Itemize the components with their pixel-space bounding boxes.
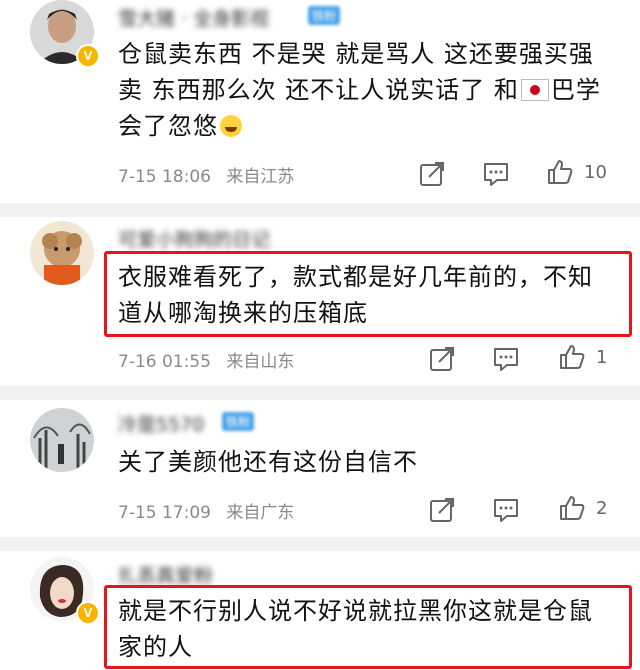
like-count: 1 — [596, 347, 608, 368]
like-count: 10 — [584, 162, 607, 183]
comment-meta: 7-16 01:55 来自山东 — [118, 347, 304, 372]
avatar[interactable] — [30, 408, 94, 472]
username[interactable]: 可爱小狗狗的日记 — [118, 225, 270, 252]
avatar[interactable] — [30, 221, 94, 285]
comment-icon[interactable] — [482, 160, 510, 188]
comment-item: V 扎丢真爱粉 就是不行别人说不好说就拉黑你这就是仓鼠家的人 — [0, 551, 640, 670]
like-count: 2 — [596, 498, 608, 519]
laugh-emoji-icon — [220, 115, 242, 137]
verified-v-icon: V — [76, 601, 100, 625]
divider — [0, 386, 640, 400]
username[interactable]: 扎丢真爱粉 — [118, 561, 213, 588]
comment-meta: 7-15 18:06 来自江苏 — [118, 162, 304, 187]
location: 来自山东 — [226, 352, 295, 372]
timestamp: 7-15 18:06 — [118, 167, 211, 187]
comment-meta: 7-15 17:09 来自广东 — [118, 498, 304, 523]
verified-v-icon: V — [76, 44, 100, 68]
share-icon[interactable] — [428, 345, 456, 373]
comment-text: 关了美颜他还有这份自信不 — [118, 448, 418, 476]
comment-item: 冷是5570 铁粉 关了美颜他还有这份自信不 7-15 17:09 来自广东 2 — [0, 400, 640, 540]
comment-item: 可爱小狗狗的日记 衣服难看死了，款式都是好几年前的，不知道从哪淘换来的压箱底 7… — [0, 217, 640, 377]
fan-badge: 铁粉 — [308, 6, 341, 25]
location: 来自广东 — [226, 503, 295, 523]
highlight-box — [104, 251, 632, 337]
highlight-box — [104, 585, 632, 669]
divider — [0, 203, 640, 217]
comment-icon[interactable] — [492, 496, 520, 524]
japan-flag-icon — [520, 79, 549, 101]
username[interactable]: 雪大猪 · 全身影视 — [118, 4, 269, 31]
comment-icon[interactable] — [492, 345, 520, 373]
fan-badge: 铁粉 — [222, 412, 255, 431]
comment-item: V 雪大猪 · 全身影视 铁粉 仓鼠卖东西 不是哭 就是骂人 这还要强买强卖 东… — [0, 0, 640, 200]
thumbs-up-icon[interactable] — [558, 494, 586, 522]
share-icon[interactable] — [428, 496, 456, 524]
divider — [0, 537, 640, 551]
thumbs-up-icon[interactable] — [558, 343, 586, 371]
comment-text: 仓鼠卖东西 不是哭 就是骂人 这还要强买强卖 东西那么次 还不让人说实话了 和巴… — [118, 36, 618, 144]
username[interactable]: 冷是5570 — [118, 410, 204, 437]
location: 来自江苏 — [226, 167, 295, 187]
share-icon[interactable] — [418, 160, 446, 188]
timestamp: 7-15 17:09 — [118, 503, 211, 523]
timestamp: 7-16 01:55 — [118, 352, 211, 372]
thumbs-up-icon[interactable] — [546, 158, 574, 186]
